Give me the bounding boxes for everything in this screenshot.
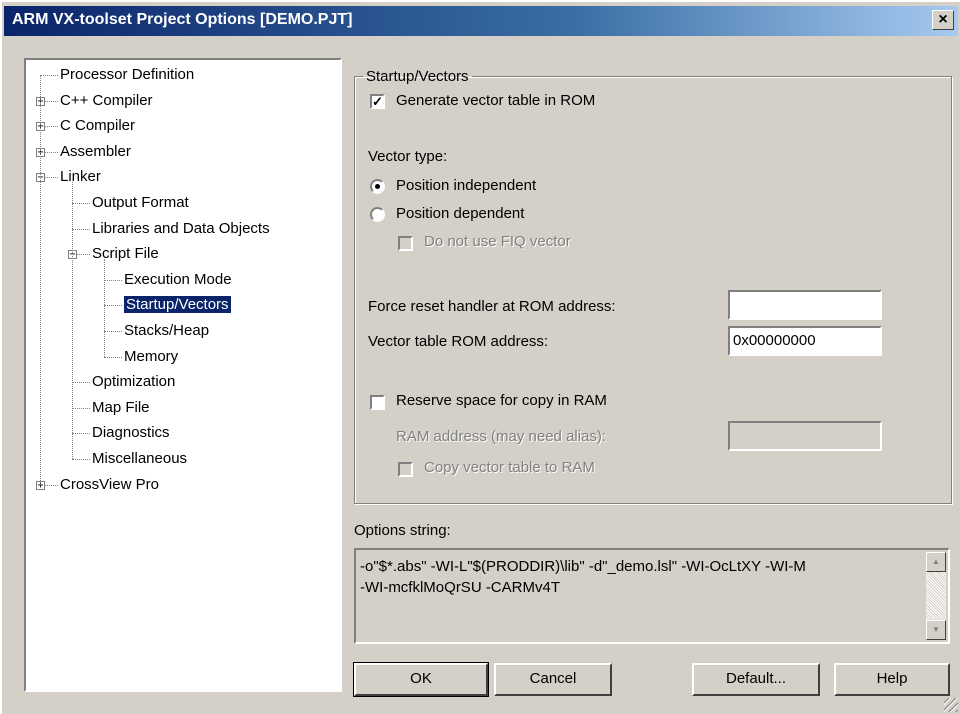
tree-connector	[72, 459, 90, 460]
pos-indep-label[interactable]: Position independent	[396, 177, 536, 194]
copy-ram-checkbox[interactable]	[398, 462, 413, 477]
options-line-2: -WI-mcfklMoQrSU -CARMv4T	[360, 579, 560, 596]
no-fiq-checkbox[interactable]	[398, 236, 413, 251]
tree-item[interactable]: Memory	[124, 346, 178, 368]
tree-connector	[104, 357, 122, 358]
project-options-dialog: ARM VX-toolset Project Options [DEMO.PJT…	[0, 0, 960, 714]
tree-item[interactable]: Script File	[92, 243, 159, 265]
tree-item[interactable]: CrossView Pro	[60, 474, 159, 496]
tree-connector	[104, 331, 122, 332]
tree-item-label: Diagnostics	[92, 424, 170, 441]
options-tree[interactable]: Processor Definition + C++ Compiler + C Comp…	[24, 58, 342, 692]
scroll-down-button[interactable]: ▼	[926, 620, 946, 640]
reserve-ram-checkbox[interactable]	[370, 395, 385, 410]
tree-connector	[72, 229, 90, 230]
tree-connector	[72, 408, 90, 409]
cancel-button[interactable]: Cancel	[494, 663, 612, 696]
tree-item-label: Libraries and Data Objects	[92, 220, 270, 237]
resize-grip-icon[interactable]	[944, 698, 958, 712]
vertical-scrollbar[interactable]: ▲ ▼	[926, 552, 946, 640]
tree-item[interactable]: Assembler	[60, 141, 131, 163]
tree-item[interactable]: Libraries and Data Objects	[92, 218, 270, 240]
tree-item-label: Map File	[92, 399, 150, 416]
scroll-down-icon: ▼	[932, 625, 940, 634]
tree-item[interactable]: Miscellaneous	[92, 448, 187, 470]
pos-dep-label[interactable]: Position dependent	[396, 205, 524, 222]
tree-item-label: C Compiler	[60, 117, 136, 134]
gen-vector-label[interactable]: Generate vector table in ROM	[396, 92, 595, 109]
scroll-up-button[interactable]: ▲	[926, 552, 946, 572]
tree-guide-line	[72, 182, 73, 459]
options-string-label: Options string:	[354, 522, 451, 539]
close-icon: ×	[938, 11, 948, 28]
tree-connector	[104, 280, 122, 281]
options-line-1: -o"$*.abs" -WI-L"$(PRODDIR)\lib" -d"_dem…	[360, 558, 806, 575]
tree-item[interactable]: Processor Definition	[60, 64, 194, 86]
ram-address-label: RAM address (may need alias):	[396, 428, 607, 445]
tree-guide-line	[104, 259, 105, 357]
tree-item-label: Execution Mode	[124, 271, 232, 288]
scroll-up-icon: ▲	[932, 557, 940, 566]
scroll-track[interactable]	[926, 572, 946, 618]
options-string-text: -o"$*.abs" -WI-L"$(PRODDIR)\lib" -d"_dem…	[360, 556, 920, 598]
help-button[interactable]: Help	[834, 663, 950, 696]
tree-item[interactable]: Map File	[92, 397, 150, 419]
tree-item-label: Assembler	[60, 143, 131, 160]
tree-item-label: C++ Compiler	[60, 92, 153, 109]
tree-item[interactable]: Startup/Vectors	[124, 294, 231, 316]
tree-connector	[40, 75, 58, 76]
radio-dot-icon	[375, 184, 380, 189]
tree-item[interactable]: C Compiler	[60, 115, 135, 137]
tree-item-label: Stacks/Heap	[124, 322, 210, 339]
pos-indep-radio[interactable]	[370, 179, 385, 194]
tree-item-label: Linker	[60, 168, 101, 185]
tree-item-label: Processor Definition	[60, 66, 195, 83]
tree-connector	[72, 203, 90, 204]
tree-item[interactable]: Diagnostics	[92, 422, 170, 444]
no-fiq-label: Do not use FIQ vector	[424, 233, 571, 250]
tree-item-label: Memory	[124, 348, 179, 365]
tree-item[interactable]: Stacks/Heap	[124, 320, 209, 342]
pos-dep-radio[interactable]	[370, 207, 385, 222]
group-title: Startup/Vectors	[366, 68, 469, 85]
tree-item[interactable]: Execution Mode	[124, 269, 232, 291]
ok-button[interactable]: OK	[353, 662, 489, 697]
close-button[interactable]: ×	[932, 10, 954, 30]
gen-vector-checkbox[interactable]: ✓	[370, 94, 385, 109]
vector-rom-input[interactable]: 0x00000000	[728, 326, 882, 356]
title-bar[interactable]: ARM VX-toolset Project Options [DEMO.PJT…	[4, 6, 958, 36]
tree-connector	[72, 433, 90, 434]
default-button[interactable]: Default...	[692, 663, 820, 696]
tree-item-label: Output Format	[92, 194, 189, 211]
tree-item-label: Script File	[92, 245, 159, 262]
options-string-box[interactable]: -o"$*.abs" -WI-L"$(PRODDIR)\lib" -d"_dem…	[354, 548, 950, 644]
tree-item-label: Optimization	[92, 373, 176, 390]
force-reset-input[interactable]	[728, 290, 882, 320]
tree-root-line	[40, 75, 41, 485]
reserve-ram-label[interactable]: Reserve space for copy in RAM	[396, 392, 607, 409]
vector-rom-label: Vector table ROM address:	[368, 333, 549, 350]
ram-address-input[interactable]	[728, 421, 882, 451]
vector-type-label: Vector type:	[368, 148, 448, 165]
tree-item[interactable]: C++ Compiler	[60, 90, 153, 112]
copy-ram-label: Copy vector table to RAM	[424, 459, 595, 476]
tree-connector	[104, 305, 122, 306]
tree-item[interactable]: Linker	[60, 166, 101, 188]
tree-item-label: Miscellaneous	[92, 450, 188, 467]
tree-item-label: Startup/Vectors	[124, 296, 231, 313]
tree-item[interactable]: Optimization	[92, 371, 175, 393]
force-reset-label: Force reset handler at ROM address:	[368, 298, 616, 315]
tree-item-label: CrossView Pro	[60, 476, 159, 493]
tree-connector	[72, 382, 90, 383]
tree-item[interactable]: Output Format	[92, 192, 189, 214]
window-title: ARM VX-toolset Project Options [DEMO.PJT…	[12, 11, 353, 28]
check-icon: ✓	[372, 94, 383, 109]
